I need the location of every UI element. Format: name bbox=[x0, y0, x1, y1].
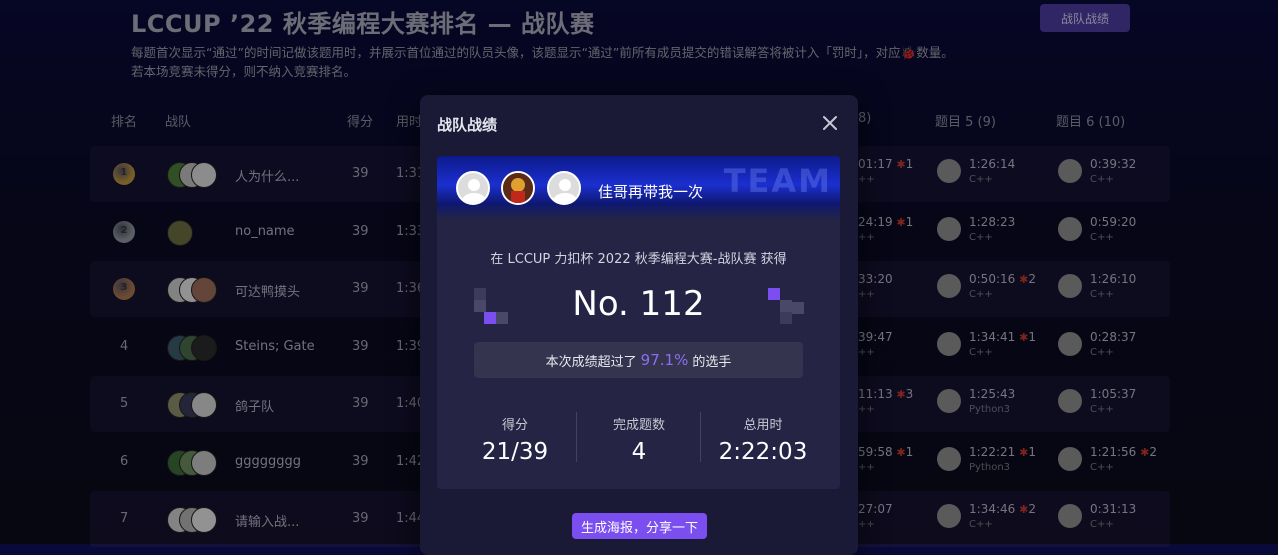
percentile-bar: 本次成绩超过了 97.1% 的选手 bbox=[474, 342, 803, 378]
team-banner: TEAM 佳哥再带我一次 bbox=[437, 156, 840, 220]
modal-title: 战队战绩 bbox=[437, 116, 498, 134]
percentile-prefix: 本次成绩超过了 bbox=[545, 354, 637, 370]
stat-value: 2:22:03 bbox=[718, 439, 808, 465]
stat-total-time: 总用时 2:22:03 bbox=[701, 414, 825, 465]
stat-solved: 完成题数 4 bbox=[577, 414, 701, 465]
team-record-modal: 战队战绩 TEAM 佳哥再带我一次 在 LCCUP 力扣杯 2022 秋季编程大… bbox=[420, 95, 858, 555]
stat-value: 21/39 bbox=[481, 439, 549, 465]
percentile-suffix: 的选手 bbox=[692, 354, 732, 370]
stat-label: 完成题数 bbox=[612, 418, 665, 433]
team-name: 佳哥再带我一次 bbox=[598, 183, 704, 201]
member-avatar bbox=[501, 171, 535, 205]
achievement-text: 在 LCCUP 力扣杯 2022 秋季编程大赛-战队赛 获得 bbox=[490, 252, 787, 267]
member-avatar bbox=[456, 171, 490, 205]
stat-score: 得分 21/39 bbox=[453, 414, 577, 465]
stat-value: 4 bbox=[631, 439, 647, 465]
close-icon[interactable] bbox=[820, 113, 840, 133]
team-record-card: TEAM 佳哥再带我一次 在 LCCUP 力扣杯 2022 秋季编程大赛-战队赛… bbox=[437, 156, 840, 489]
member-avatar bbox=[547, 171, 581, 205]
share-poster-button[interactable]: 生成海报，分享一下 bbox=[572, 513, 707, 539]
banner-watermark: TEAM bbox=[723, 162, 832, 200]
rank-number: No. 112 bbox=[572, 284, 705, 324]
stat-label: 得分 bbox=[501, 418, 528, 433]
percentile-value: 97.1% bbox=[640, 351, 689, 369]
stat-label: 总用时 bbox=[743, 418, 783, 433]
